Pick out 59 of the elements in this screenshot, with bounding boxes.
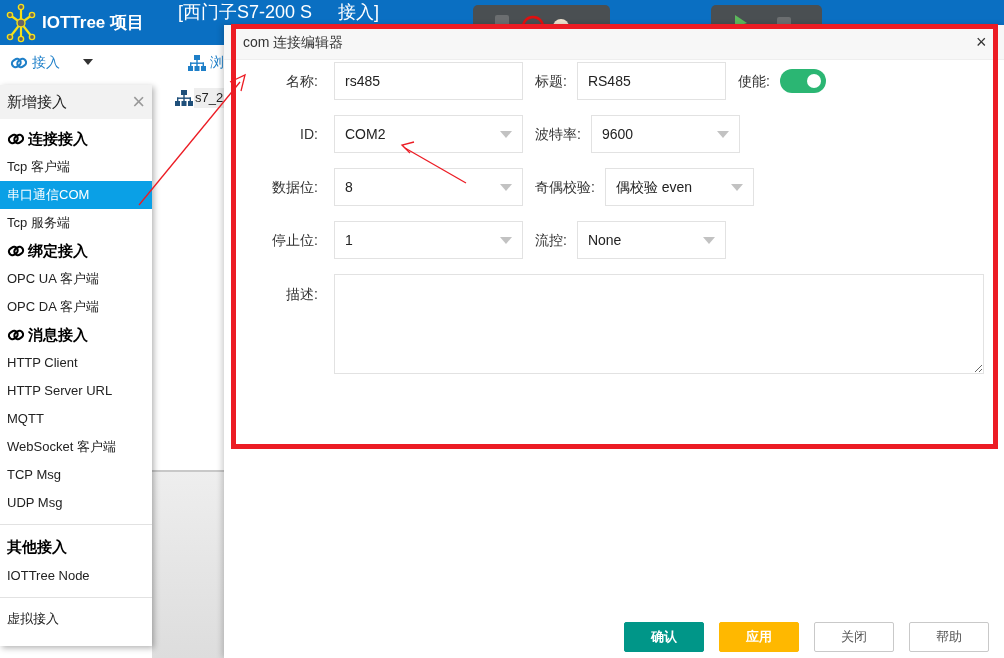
hierarchy-icon (175, 88, 193, 107)
select-field[interactable]: None (576, 221, 726, 259)
arrow-annotation (400, 141, 467, 184)
description-field[interactable] (334, 274, 984, 374)
enable-toggle[interactable] (779, 69, 826, 93)
field-label: 使能: (737, 71, 770, 91)
app-title: IOTTree 项目 (42, 11, 145, 34)
field-label: 波特率: (535, 124, 581, 144)
text-field[interactable]: rs485 (334, 62, 523, 100)
close-button[interactable]: × (976, 33, 987, 51)
menu-title: 新增接入 (7, 91, 67, 112)
field-label: 流控: (535, 230, 567, 250)
caret-icon (500, 183, 512, 191)
menu-group-heading: 其他接入 (6, 536, 68, 557)
field-label: 描述: (285, 285, 318, 304)
field-label: 名称: (285, 71, 318, 91)
caret-icon (730, 183, 743, 191)
hierarchy-icon (188, 53, 206, 72)
caret-icon (500, 130, 512, 138)
menu-item[interactable]: OPC DA 客户端 (0, 293, 152, 321)
menu-item[interactable]: Tcp 客户端 (0, 153, 152, 181)
select-field[interactable]: 偶校验 even (604, 168, 754, 206)
select-field[interactable]: 1 (334, 221, 523, 259)
caret-icon (702, 236, 715, 244)
project-title: 接入] (338, 1, 380, 23)
menu-group-heading: 连接接入 (0, 125, 152, 153)
caret-icon (716, 130, 729, 138)
menu-item[interactable]: 虚拟接入 (0, 605, 152, 633)
select-field[interactable]: 9600 (590, 115, 740, 153)
field-label: 停止位: (271, 230, 318, 250)
menu-item[interactable]: HTTP Server URL (0, 377, 152, 405)
menu-group-heading: 消息接入 (0, 321, 152, 349)
menu-item[interactable]: OPC UA 客户端 (0, 265, 152, 293)
field-label: 奇偶校验: (535, 177, 595, 197)
browse-link[interactable]: 浏 (188, 52, 224, 73)
tree-node[interactable]: s7_2 (194, 88, 225, 108)
menu-group-heading: 绑定接入 (0, 237, 152, 265)
dialog-button[interactable]: 帮助 (909, 622, 989, 652)
menu-item[interactable]: Tcp 服务端 (0, 209, 152, 237)
dialog-button[interactable]: 关闭 (814, 622, 894, 652)
menu-item[interactable]: HTTP Client (0, 349, 152, 377)
dialog-title: com 连接编辑器 (243, 32, 344, 52)
connect-menu-link[interactable]: 接入 (10, 52, 60, 73)
menu-item[interactable]: IOTTree Node (0, 562, 152, 590)
project-title: [西门子S7-200 S (178, 1, 313, 23)
select-field[interactable]: 8 (334, 168, 523, 206)
menu-item[interactable]: UDP Msg (0, 489, 152, 517)
caret-icon (500, 236, 512, 244)
menu-item[interactable]: TCP Msg (0, 461, 152, 489)
tree-logo-icon (6, 2, 36, 43)
dialog-button[interactable]: 确认 (624, 622, 704, 652)
field-label: 数据位: (271, 177, 318, 197)
field-label: 标题: (535, 71, 567, 91)
menu-item[interactable]: WebSocket 客户端 (0, 433, 152, 461)
caret-icon[interactable] (83, 59, 93, 65)
text-field[interactable]: RS485 (576, 62, 726, 100)
menu-item[interactable]: MQTT (0, 405, 152, 433)
select-field[interactable]: COM2 (334, 115, 523, 153)
field-label: ID: (299, 124, 318, 144)
